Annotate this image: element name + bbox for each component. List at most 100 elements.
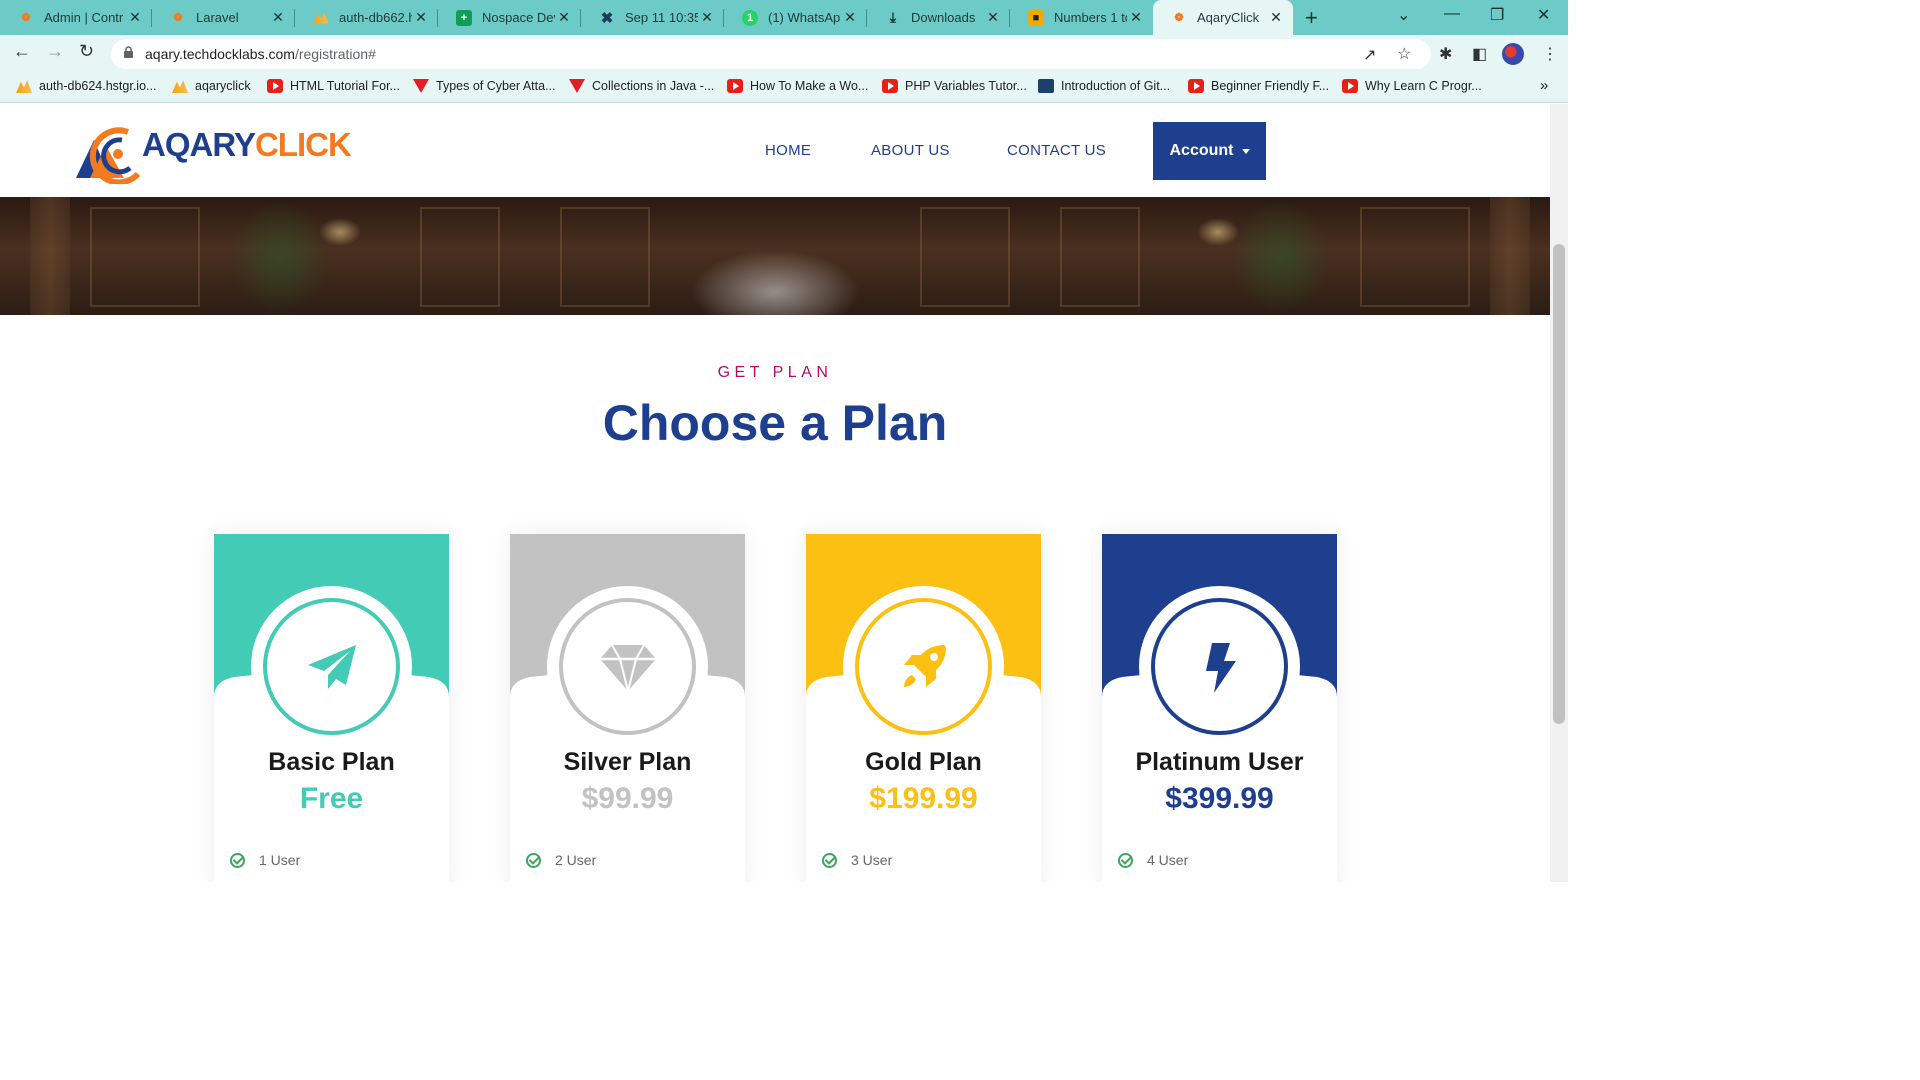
tab-title: Numbers 1 to bbox=[1054, 10, 1127, 25]
tab-title: auth-db662.hs bbox=[339, 10, 412, 25]
webpage-icon bbox=[1038, 79, 1054, 93]
tab-title: AqaryClick bbox=[1197, 10, 1260, 25]
plan-name: Platinum User bbox=[1135, 748, 1304, 776]
tab-title: Downloads bbox=[911, 10, 976, 25]
diamond-icon bbox=[599, 644, 656, 691]
youtube-icon bbox=[267, 79, 283, 93]
browser-tab[interactable]: ⤓ Downloads ✕ bbox=[867, 0, 1010, 35]
bookmark-item[interactable]: Beginner Friendly F... bbox=[1188, 79, 1329, 93]
browser-tab-active[interactable]: ❁ AqaryClick ✕ bbox=[1153, 0, 1293, 35]
logo-wordmark: AQARYCLICK bbox=[142, 126, 352, 163]
check-circle-icon bbox=[230, 852, 245, 868]
red-triangle-icon bbox=[569, 79, 585, 93]
check-circle-icon bbox=[526, 852, 541, 868]
plan-feature: 3 User bbox=[822, 852, 892, 868]
extensions-icon[interactable]: ✱ bbox=[1439, 44, 1452, 64]
phpmyadmin-icon bbox=[16, 80, 32, 93]
browser-tab[interactable]: auth-db662.hs ✕ bbox=[295, 0, 438, 35]
tab-title: Sep 11 10:35 P bbox=[625, 10, 698, 25]
account-dropdown-button[interactable]: Account bbox=[1153, 122, 1266, 180]
youtube-icon bbox=[1342, 79, 1358, 93]
browser-toolbar: ← → ↻ aqary.techdocklabs.com/registratio… bbox=[0, 35, 1568, 73]
minimize-icon[interactable]: — bbox=[1444, 5, 1460, 23]
restore-icon[interactable]: ❐ bbox=[1490, 5, 1504, 25]
browser-tab[interactable]: ■ Numbers 1 to ✕ bbox=[1010, 0, 1153, 35]
scrollbar-thumb[interactable] bbox=[1553, 244, 1565, 724]
tab-title: Laravel bbox=[196, 10, 239, 25]
whatsapp-icon: 1 bbox=[742, 9, 758, 26]
lock-icon bbox=[124, 46, 133, 58]
plan-feature: 1 User bbox=[230, 852, 300, 868]
side-panel-icon[interactable]: ◧ bbox=[1472, 44, 1487, 64]
plan-card-platinum[interactable]: Platinum User $399.99 4 User bbox=[1102, 534, 1337, 882]
youtube-icon bbox=[1188, 79, 1204, 93]
bookmark-item[interactable]: PHP Variables Tutor... bbox=[882, 79, 1027, 93]
paper-plane-icon bbox=[307, 644, 356, 689]
avatar[interactable] bbox=[1502, 43, 1524, 65]
new-tab-button[interactable]: + bbox=[1305, 5, 1318, 31]
plan-card-silver[interactable]: Silver Plan $99.99 2 User bbox=[510, 534, 745, 882]
forward-icon[interactable]: → bbox=[46, 41, 64, 62]
phpmyadmin-icon bbox=[313, 12, 329, 24]
close-icon[interactable]: ✕ bbox=[126, 9, 144, 26]
web-page: AQARYCLICK HOME ABOUT US CONTACT US Acco… bbox=[0, 104, 1550, 882]
window-close-icon[interactable]: ✕ bbox=[1537, 5, 1550, 25]
red-triangle-icon bbox=[413, 79, 429, 93]
nav-contact-us[interactable]: CONTACT US bbox=[1007, 142, 1106, 159]
browser-tab[interactable]: ❁ Admin | Contr ✕ bbox=[0, 0, 152, 35]
bookmark-item[interactable]: How To Make a Wo... bbox=[727, 79, 868, 93]
plan-name: Silver Plan bbox=[563, 748, 692, 776]
close-icon[interactable]: ✕ bbox=[555, 9, 573, 26]
plan-card-basic[interactable]: Basic Plan Free 1 User bbox=[214, 534, 449, 882]
close-icon[interactable]: ✕ bbox=[412, 9, 430, 26]
bookmark-item[interactable]: Introduction of Git... bbox=[1038, 79, 1170, 93]
browser-tab[interactable]: ❁ Laravel ✕ bbox=[152, 0, 295, 35]
plan-price: $399.99 bbox=[1165, 782, 1274, 815]
nav-home[interactable]: HOME bbox=[765, 142, 811, 159]
tab-title: Admin | Contr bbox=[44, 10, 124, 25]
bookmark-item[interactable]: HTML Tutorial For... bbox=[267, 79, 400, 93]
share-icon[interactable]: ↗ bbox=[1363, 45, 1376, 65]
url-text[interactable]: aqary.techdocklabs.com/registration# bbox=[145, 46, 376, 62]
site-header: AQARYCLICK HOME ABOUT US CONTACT US Acco… bbox=[0, 104, 1550, 197]
close-icon[interactable]: ✕ bbox=[1127, 9, 1145, 26]
hero-banner-image bbox=[0, 197, 1550, 315]
reload-icon[interactable]: ↻ bbox=[79, 41, 94, 62]
browser-tab[interactable]: 1 (1) WhatsApp ✕ bbox=[724, 0, 867, 35]
bookmark-item[interactable]: aqaryclick bbox=[172, 79, 251, 93]
section-eyebrow: GET PLAN bbox=[717, 364, 833, 381]
phpmyadmin-icon bbox=[172, 80, 188, 93]
bookmarks-overflow-icon[interactable]: » bbox=[1540, 77, 1548, 94]
tab-title: (1) WhatsApp bbox=[768, 10, 841, 25]
close-icon[interactable]: ✕ bbox=[1267, 9, 1285, 26]
bookmark-item[interactable]: Collections in Java -... bbox=[569, 79, 714, 93]
aqary-icon: ❁ bbox=[173, 12, 183, 24]
nav-about-us[interactable]: ABOUT US bbox=[871, 142, 950, 159]
page-scrollbar[interactable] bbox=[1550, 104, 1568, 882]
plan-card-gold[interactable]: Gold Plan $199.99 3 User bbox=[806, 534, 1041, 882]
bookmark-item[interactable]: Why Learn C Progr... bbox=[1342, 79, 1482, 93]
close-icon[interactable]: ✕ bbox=[698, 9, 716, 26]
site-logo[interactable]: AQARYCLICK bbox=[76, 118, 352, 186]
bookmark-item[interactable]: Types of Cyber Atta... bbox=[413, 79, 556, 93]
address-bar[interactable]: aqary.techdocklabs.com/registration# ↗ ☆ bbox=[111, 39, 1431, 69]
close-icon[interactable]: ✕ bbox=[984, 9, 1002, 26]
numbers-icon: ■ bbox=[1028, 9, 1044, 26]
browser-tab[interactable]: + Nospace Dev ✕ bbox=[438, 0, 581, 35]
tab-title: Nospace Dev bbox=[482, 10, 555, 25]
youtube-icon bbox=[727, 79, 743, 93]
plan-name: Gold Plan bbox=[865, 748, 982, 776]
close-icon[interactable]: ✕ bbox=[269, 9, 287, 26]
plan-feature: 4 User bbox=[1118, 852, 1188, 868]
back-icon[interactable]: ← bbox=[13, 41, 31, 62]
bookmark-item[interactable]: auth-db624.hstgr.io... bbox=[16, 79, 156, 93]
star-icon[interactable]: ☆ bbox=[1397, 44, 1411, 64]
download-icon: ⤓ bbox=[889, 9, 897, 25]
bookmarks-bar: auth-db624.hstgr.io... aqaryclick HTML T… bbox=[0, 73, 1568, 103]
browser-tab[interactable]: ✖ Sep 11 10:35 P ✕ bbox=[581, 0, 724, 35]
tab-search-icon[interactable]: ⌄ bbox=[1397, 5, 1410, 25]
section-heading: Choose a Plan bbox=[602, 395, 948, 451]
close-icon[interactable]: ✕ bbox=[841, 9, 859, 26]
menu-icon[interactable]: ⋮ bbox=[1542, 44, 1558, 64]
logo-mark-icon bbox=[76, 127, 141, 186]
